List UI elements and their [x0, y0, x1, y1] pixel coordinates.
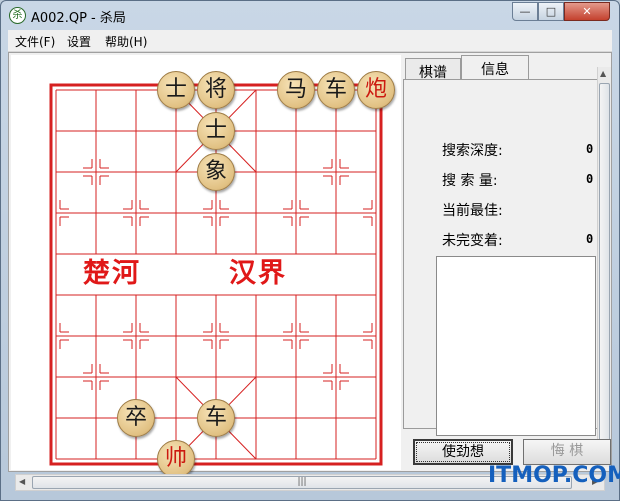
search-depth-value: 0	[586, 142, 594, 156]
menu-file[interactable]: 文件(F)	[15, 33, 55, 50]
watermark: ITMOP.COM	[488, 463, 620, 488]
menu-help[interactable]: 帮助(H)	[105, 33, 147, 50]
vertical-scroll-thumb[interactable]	[599, 83, 610, 449]
scroll-up-icon[interactable]: ▲	[600, 69, 606, 78]
piece-black-0[interactable]: 士	[157, 71, 195, 109]
window-title: A002.QP - 杀局	[31, 11, 126, 26]
search-nodes-label: 搜 索 量:	[442, 173, 498, 189]
piece-black-1[interactable]: 将	[197, 71, 235, 109]
piece-red-9[interactable]: 帅	[157, 440, 195, 478]
side-tabs: 棋谱 信息	[403, 55, 599, 81]
piece-red-4[interactable]: 炮	[357, 71, 395, 109]
piece-black-2[interactable]: 马	[277, 71, 315, 109]
client-area: 楚河 汉界 士将马车炮士象卒车帅 棋谱 信息 搜索深度: 0 搜 索 量: 0 …	[8, 52, 612, 478]
scroll-left-icon[interactable]: ◀	[19, 477, 25, 486]
search-nodes-value: 0	[586, 172, 594, 186]
piece-black-7[interactable]: 卒	[117, 399, 155, 437]
variation-list[interactable]	[436, 256, 596, 436]
info-panel: 搜索深度: 0 搜 索 量: 0 当前最佳: 未完变着: 0	[403, 79, 599, 436]
piece-black-3[interactable]: 车	[317, 71, 355, 109]
piece-black-6[interactable]: 象	[197, 153, 235, 191]
title-bar[interactable]: 杀 A002.QP - 杀局 — □ ✕	[1, 1, 619, 29]
menu-bar: 文件(F) 设置 帮助(H)	[8, 30, 612, 52]
search-depth-label: 搜索深度:	[442, 143, 503, 159]
unfinished-variations-value: 0	[586, 232, 594, 246]
close-button[interactable]: ✕	[564, 2, 610, 21]
hard-think-button[interactable]: 使劲想	[413, 439, 513, 465]
menu-settings[interactable]: 设置	[67, 33, 91, 50]
chess-board[interactable]: 楚河 汉界 士将马车炮士象卒车帅	[11, 55, 401, 478]
unfinished-variations-label: 未完变着:	[442, 233, 503, 249]
chess-app-icon[interactable]: 杀	[9, 7, 26, 24]
application-window: 杀 A002.QP - 杀局 — □ ✕ 文件(F) 设置 帮助(H) 楚河 汉…	[0, 0, 620, 501]
minimize-button[interactable]: —	[512, 2, 538, 21]
undo-button[interactable]: 悔 棋	[523, 439, 611, 465]
close-icon: ✕	[582, 5, 592, 18]
maximize-icon: □	[545, 5, 557, 18]
maximize-button[interactable]: □	[538, 2, 564, 21]
tab-info[interactable]: 信息	[461, 55, 529, 81]
piece-black-5[interactable]: 士	[197, 112, 235, 150]
river-right-text: 汉界	[229, 258, 287, 289]
best-move-label: 当前最佳:	[442, 203, 503, 219]
tab-moves[interactable]: 棋谱	[405, 58, 461, 81]
minimize-icon: —	[519, 5, 531, 18]
vertical-scrollbar[interactable]: ▲ ▼	[597, 67, 611, 467]
piece-black-8[interactable]: 车	[197, 399, 235, 437]
river-left-text: 楚河	[83, 258, 141, 289]
